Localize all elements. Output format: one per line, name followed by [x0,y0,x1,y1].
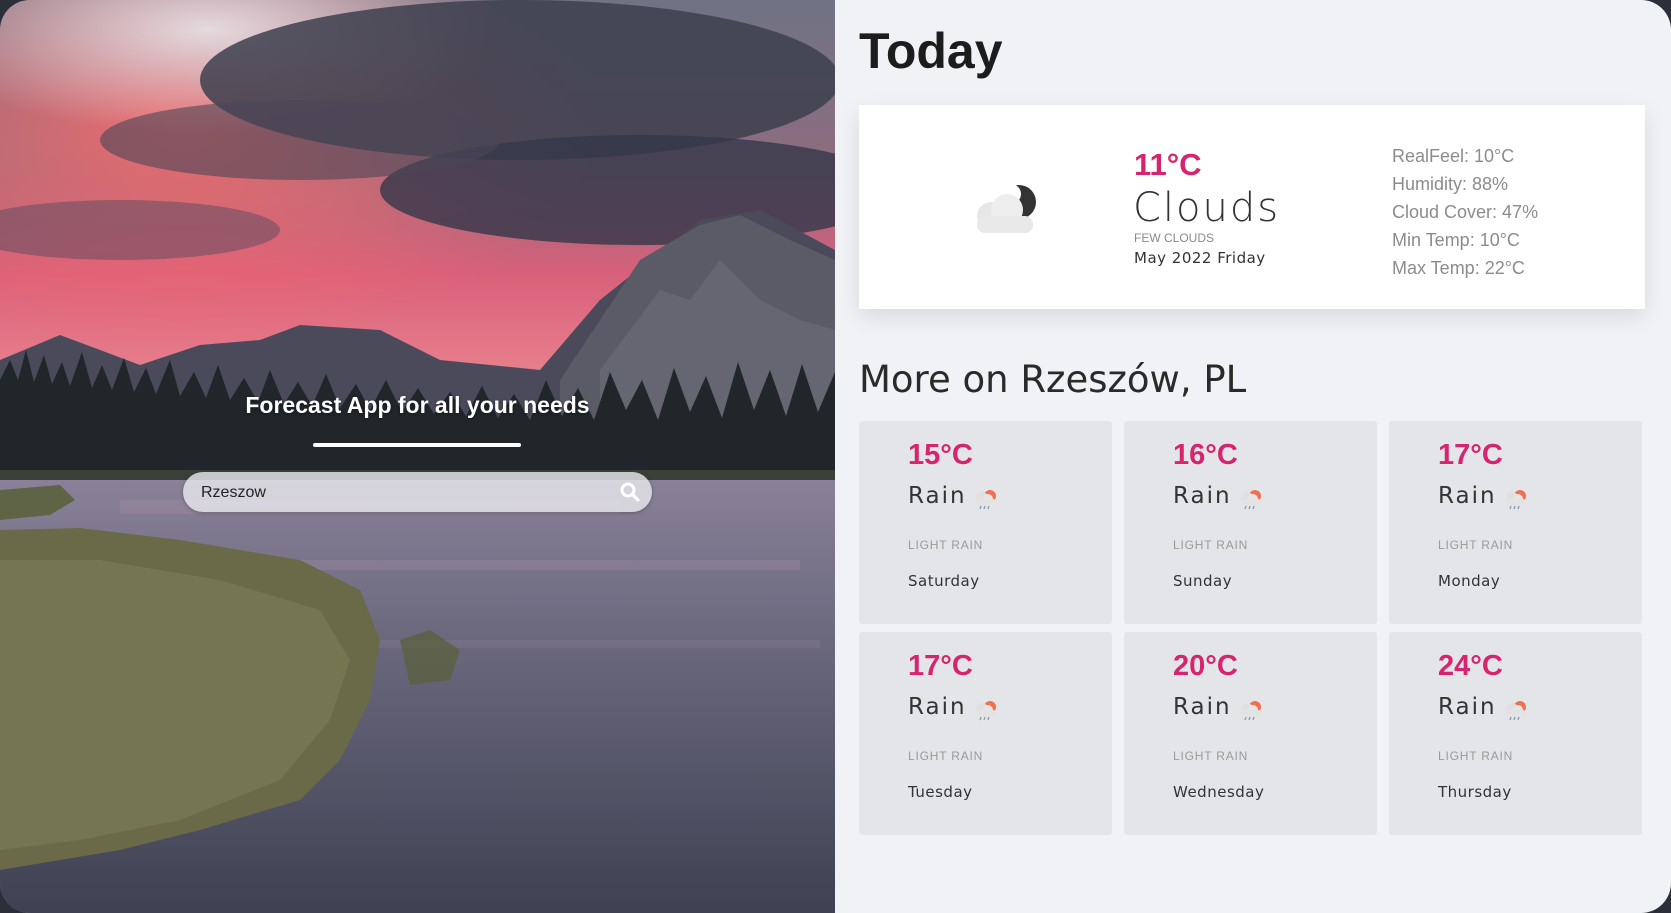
forecast-panel: Today 11°C Clouds FEW CLOUDS May 2022 Fr… [835,0,1671,913]
forecast-day: Saturday [908,572,980,590]
forecast-card: 20°C Rain LIGHT RAIN Wednesday [1124,632,1377,835]
forecast-condition: Rain [1173,483,1232,509]
forecast-description: LIGHT RAIN [1173,749,1249,763]
app-window: Forecast App for all your needs Today [0,0,1671,913]
forecast-temperature: 17°C [908,650,973,682]
search-bar [183,472,652,514]
forecast-description: LIGHT RAIN [1173,538,1249,552]
forecast-condition: Rain [1438,694,1497,720]
rain-icon [976,490,996,510]
forecast-day: Monday [1438,572,1501,590]
forecast-card: 24°C Rain LIGHT RAIN Thursday [1389,632,1642,835]
forecast-condition: Rain [1173,694,1232,720]
forecast-card: 17°C Rain LIGHT RAIN Monday [1389,421,1642,624]
forecast-day: Sunday [1173,572,1233,590]
forecast-condition: Rain [908,483,967,509]
forecast-temperature: 20°C [1173,650,1238,682]
today-heading: Today [859,23,1003,79]
rain-icon [1241,701,1261,721]
rain-icon [976,701,996,721]
forecast-description: LIGHT RAIN [1438,538,1514,552]
hero-section: Forecast App for all your needs [0,0,835,913]
forecast-temperature: 15°C [908,439,973,471]
detail-cloud-cover: Cloud Cover: 47% [1392,202,1539,222]
today-temperature: 11°C [1134,147,1202,182]
today-details-list: RealFeel: 10°C Humidity: 88% Cloud Cover… [1392,142,1538,282]
hero-title: Forecast App for all your needs [245,392,590,418]
cloud-moon-icon [977,184,1036,233]
rain-icon [1506,701,1526,721]
forecast-description: LIGHT RAIN [1438,749,1514,763]
forecast-day: Thursday [1438,783,1512,801]
today-card: 11°C Clouds FEW CLOUDS May 2022 Friday R… [859,105,1645,309]
forecast-card: 16°C Rain LIGHT RAIN Sunday [1124,421,1377,624]
hero-title-underline [313,443,521,447]
today-date: May 2022 Friday [1134,249,1266,267]
today-description: FEW CLOUDS [1134,231,1215,245]
forecast-day: Tuesday [908,783,973,801]
search-input[interactable] [199,472,603,514]
detail-realfeel: RealFeel: 10°C [1392,146,1515,166]
rain-icon [1241,490,1261,510]
forecast-card: 17°C Rain LIGHT RAIN Tuesday [859,632,1112,835]
detail-humidity: Humidity: 88% [1392,174,1509,194]
location-heading: More on Rzeszów, PL [859,358,1247,401]
detail-min-temp: Min Temp: 10°C [1392,230,1520,250]
forecast-condition: Rain [1438,483,1497,509]
forecast-day: Wednesday [1173,783,1265,801]
search-button[interactable] [618,480,642,504]
forecast-condition: Rain [908,694,967,720]
rain-icon [1506,490,1526,510]
forecast-description: LIGHT RAIN [908,749,984,763]
landscape-background-image [0,0,835,913]
forecast-grid: 15°C Rain LIGHT RAIN Saturday 16°C Rain [859,421,1645,835]
forecast-description: LIGHT RAIN [908,538,984,552]
forecast-temperature: 16°C [1173,439,1238,471]
detail-max-temp: Max Temp: 22°C [1392,258,1525,278]
forecast-temperature: 24°C [1438,650,1503,682]
forecast-temperature: 17°C [1438,439,1503,471]
forecast-card: 15°C Rain LIGHT RAIN Saturday [859,421,1112,624]
today-condition: Clouds [1133,185,1281,231]
search-icon [620,482,640,502]
